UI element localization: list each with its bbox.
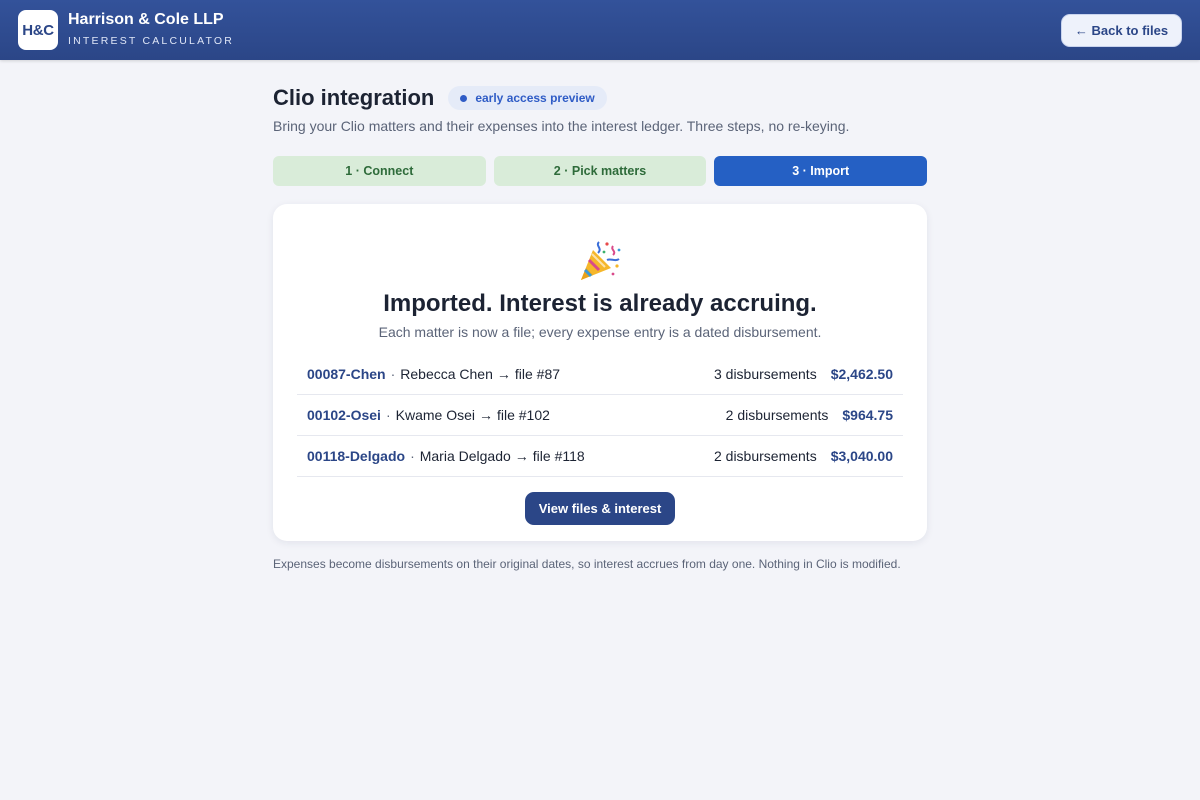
result-subtitle: Each matter is now a file; every expense… [378, 324, 822, 340]
main-content: Clio integration early access preview Br… [273, 80, 928, 571]
page-title: Clio integration [273, 85, 435, 110]
disbursement-count: 2 disbursements [713, 448, 817, 464]
arrow-right-icon: → [478, 407, 493, 423]
title-row: Clio integration early access preview [273, 80, 927, 116]
file-number: file #102 [496, 407, 550, 423]
footnote: Expenses become disbursements on their o… [273, 557, 901, 571]
firm-logo: H&C [18, 10, 58, 50]
dot-icon [460, 94, 468, 102]
matter-id[interactable]: 00118-Delgado [307, 448, 405, 464]
matter-id[interactable]: 00087-Chen [307, 366, 386, 382]
disbursement-amount: $964.75 [842, 407, 893, 423]
arrow-right-icon: → [514, 448, 529, 464]
disbursement-count: 2 disbursements [725, 407, 829, 423]
result-title: Imported. Interest is already accruing. [383, 290, 817, 317]
step-pick-matters[interactable]: 2 · Pick matters [493, 156, 707, 186]
imported-matters-list: 00087-Chen · Rebecca Chen → file #87 3 d… [297, 354, 903, 477]
app-subtitle: INTEREST CALCULATOR [68, 35, 235, 47]
import-result-card: Imported. Interest is already accruing. … [273, 204, 927, 541]
separator: · [385, 407, 391, 423]
view-files-interest-button[interactable]: View files & interest [525, 492, 675, 525]
separator: · [390, 366, 396, 382]
badge-label: early access preview [475, 91, 595, 105]
client-name: Maria Delgado [419, 448, 511, 464]
client-name: Kwame Osei [395, 407, 475, 423]
list-item: 00087-Chen · Rebecca Chen → file #87 3 d… [297, 354, 903, 395]
disbursement-amount: $3,040.00 [830, 448, 893, 464]
status-badge: early access preview [448, 86, 607, 110]
file-number: file #118 [532, 448, 585, 464]
list-item: 00118-Delgado · Maria Delgado → file #11… [297, 436, 903, 477]
disbursement-amount: $2,462.50 [830, 366, 893, 382]
separator: · [410, 448, 415, 464]
back-to-files-button[interactable]: ← Back to files [1061, 14, 1182, 47]
file-number: file #87 [514, 366, 561, 382]
top-bar: H&C Harrison & Cole LLP INTEREST CALCULA… [0, 0, 1200, 60]
arrow-right-icon: → [496, 366, 511, 382]
disbursement-count: 3 disbursements [713, 366, 817, 382]
list-item: 00102-Osei · Kwame Osei → file #102 2 di… [297, 395, 903, 436]
firm-name: Harrison & Cole LLP [68, 11, 224, 28]
client-name: Rebecca Chen [400, 366, 493, 382]
wizard-steps: 1 · Connect 2 · Pick matters 3 · Import [273, 156, 928, 186]
party-popper-icon [297, 238, 903, 282]
step-connect[interactable]: 1 · Connect [273, 156, 486, 186]
step-import[interactable]: 3 · Import [714, 156, 928, 186]
matter-id[interactable]: 00102-Osei [307, 407, 381, 423]
page-subtitle: Bring your Clio matters and their expens… [273, 118, 850, 134]
